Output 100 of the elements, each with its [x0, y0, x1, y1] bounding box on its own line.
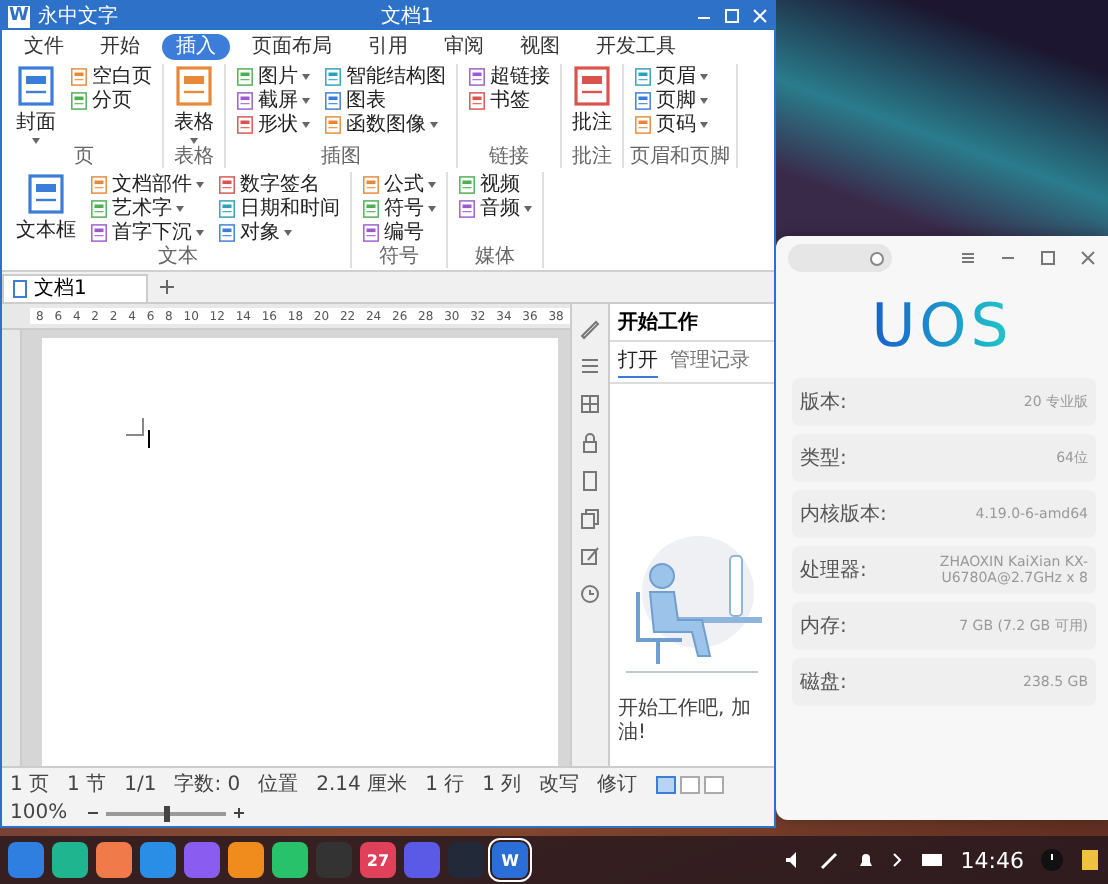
- ribbon-button[interactable]: 文本框: [12, 172, 80, 246]
- status-text: 改写: [539, 772, 580, 798]
- ribbon-button[interactable]: 符号: [358, 196, 440, 220]
- minus-icon[interactable]: [85, 806, 100, 820]
- clock-icon[interactable]: [578, 582, 602, 606]
- page-icon: [634, 115, 652, 133]
- table-icon[interactable]: [578, 392, 602, 416]
- ribbon-button[interactable]: 分页: [66, 88, 156, 112]
- pen-icon[interactable]: [820, 850, 841, 870]
- menu-tab[interactable]: 开发工具: [582, 33, 690, 59]
- app-title: 永中文字: [38, 3, 118, 30]
- page-icon: [362, 199, 380, 217]
- status-text: 修订: [597, 772, 638, 798]
- plus-icon[interactable]: [158, 278, 177, 296]
- ribbon-button[interactable]: 数字签名: [214, 172, 344, 196]
- menu-tab[interactable]: 审阅: [430, 33, 498, 59]
- app-icon[interactable]: [228, 842, 264, 878]
- window-title: 文档1: [380, 3, 434, 30]
- title-bar-field[interactable]: [788, 244, 892, 272]
- app-icon[interactable]: W: [492, 842, 528, 878]
- page-icon: [218, 223, 236, 241]
- page-icon: [236, 115, 254, 133]
- ribbon-button[interactable]: 批注: [568, 64, 616, 146]
- ribbon-button[interactable]: 智能结构图: [320, 64, 450, 88]
- ribbon-button[interactable]: 公式: [358, 172, 440, 196]
- panel-tab[interactable]: 管理记录: [670, 346, 750, 378]
- lock-icon[interactable]: [578, 430, 602, 454]
- caret-icon: [284, 229, 292, 235]
- slider-thumb[interactable]: [163, 805, 170, 821]
- margin-corner-mark: [126, 418, 144, 436]
- pencil-icon[interactable]: [578, 316, 602, 340]
- panel-title: 开始工作: [610, 304, 774, 342]
- ribbon-button[interactable]: 日期和时间: [214, 196, 344, 220]
- ribbon-button[interactable]: 对象: [214, 220, 344, 244]
- chevron-icon[interactable]: [892, 850, 905, 870]
- edit-icon[interactable]: [578, 544, 602, 568]
- info-label: 类型:: [800, 445, 847, 472]
- bell-icon[interactable]: [856, 850, 877, 870]
- menu-tab[interactable]: 插入: [162, 33, 230, 59]
- ribbon-button[interactable]: 文档部件: [86, 172, 208, 196]
- menu-tab[interactable]: 文件: [10, 33, 78, 59]
- app-icon[interactable]: [184, 842, 220, 878]
- ribbon-button[interactable]: 音频: [454, 196, 536, 220]
- group-label: 媒体: [473, 246, 517, 268]
- menu-icon[interactable]: [960, 250, 976, 266]
- ribbon-button[interactable]: 书签: [464, 88, 554, 112]
- ribbon-button[interactable]: 图片: [232, 64, 314, 88]
- ribbon-button[interactable]: 形状: [232, 112, 314, 136]
- ribbon-button[interactable]: 艺术字: [86, 196, 208, 220]
- ribbon-button[interactable]: 图表: [320, 88, 450, 112]
- view-button[interactable]: [679, 775, 700, 793]
- page-icon: [26, 174, 66, 214]
- view-button[interactable]: [703, 775, 724, 793]
- power-icon[interactable]: [1040, 848, 1064, 872]
- ribbon-button[interactable]: 函数图像: [320, 112, 450, 136]
- copy-icon[interactable]: [578, 506, 602, 530]
- panel-tab[interactable]: 打开: [618, 346, 658, 378]
- ribbon-button[interactable]: 空白页: [66, 64, 156, 88]
- page-icon: [458, 175, 476, 193]
- document-tab[interactable]: 文档1: [2, 273, 149, 301]
- ribbon-button[interactable]: 封面: [12, 64, 60, 146]
- page-icon: [468, 67, 486, 85]
- caret-icon: [430, 121, 438, 127]
- app-icon[interactable]: [96, 842, 132, 878]
- ribbon-button[interactable]: 页眉: [630, 64, 712, 88]
- plus-icon[interactable]: [231, 806, 246, 820]
- status-text: 2.14 厘米: [316, 771, 408, 798]
- app-icon[interactable]: [8, 842, 44, 878]
- ribbon-button[interactable]: 表格: [170, 64, 218, 146]
- group-label: 页眉和页脚: [630, 146, 730, 168]
- menu-tab[interactable]: 视图: [506, 33, 574, 59]
- view-button[interactable]: [655, 775, 676, 793]
- app-icon[interactable]: [52, 842, 88, 878]
- menu-tab[interactable]: 页面布局: [238, 33, 346, 59]
- app-icon[interactable]: [140, 842, 176, 878]
- page-icon: [236, 67, 254, 85]
- app-logo: W: [8, 5, 30, 27]
- clipboard-icon[interactable]: [578, 468, 602, 492]
- caret-icon: [524, 205, 532, 211]
- ribbon-button[interactable]: 页脚: [630, 88, 712, 112]
- caret-icon: [196, 181, 204, 187]
- close-icon[interactable]: [1080, 250, 1096, 266]
- ribbon-button[interactable]: 首字下沉: [86, 220, 208, 244]
- menu-tab[interactable]: 引用: [354, 33, 422, 59]
- ribbon-button[interactable]: 超链接: [464, 64, 554, 88]
- ribbon-button[interactable]: 页码: [630, 112, 712, 136]
- menu-tab[interactable]: 开始: [86, 33, 154, 59]
- list-icon[interactable]: [578, 354, 602, 378]
- page-icon: [468, 91, 486, 109]
- info-label: 内存:: [800, 613, 847, 640]
- caret-icon: [190, 138, 198, 144]
- ribbon-button[interactable]: 截屏: [232, 88, 314, 112]
- maximize-icon[interactable]: [1040, 250, 1056, 266]
- ribbon-button[interactable]: 编号: [358, 220, 440, 244]
- ribbon-button[interactable]: 视频: [454, 172, 536, 196]
- app-icon[interactable]: [404, 842, 440, 878]
- text-cursor: [148, 430, 150, 448]
- app-icon[interactable]: 27: [360, 842, 396, 878]
- app-icon[interactable]: [272, 842, 308, 878]
- document-icon: [12, 279, 28, 297]
